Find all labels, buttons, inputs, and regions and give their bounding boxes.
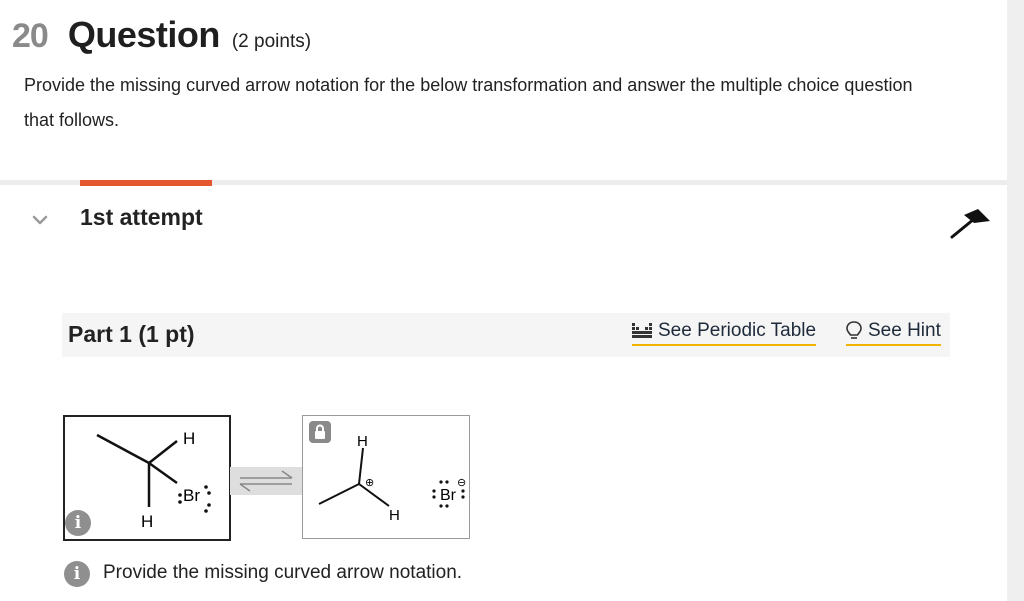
question-header: 20 Question (2 points) (12, 14, 311, 58)
question-prompt: Provide the missing curved arrow notatio… (24, 75, 913, 130)
part-header-bar (62, 313, 950, 357)
equilibrium-arrow (230, 467, 303, 495)
question-points: (2 points) (231, 31, 312, 52)
atom-h-top: H (357, 433, 368, 450)
lightbulb-icon (846, 321, 862, 339)
question-number: 20 (12, 17, 49, 55)
right-gutter (1007, 0, 1024, 601)
hint-label: See Hint (868, 320, 941, 341)
charge-plus: ⊕ (365, 477, 374, 489)
info-icon[interactable]: i (65, 510, 91, 536)
see-hint-link[interactable]: See Hint (846, 320, 941, 346)
info-icon: i (64, 561, 90, 587)
attempt-tab-indicator (80, 180, 212, 186)
atom-h-top: H (183, 429, 195, 448)
see-periodic-table-link[interactable]: See Periodic Table (632, 320, 817, 346)
attempt-label[interactable]: 1st attempt (80, 204, 203, 231)
atom-h-bottom: H (141, 512, 153, 531)
chevron-down-icon[interactable] (32, 214, 48, 226)
atom-br-ion: Br (440, 487, 457, 504)
periodic-table-icon (632, 323, 652, 338)
atom-br: Br (183, 486, 200, 505)
charge-minus: ⊖ (457, 477, 466, 489)
lock-icon (309, 421, 331, 443)
part-title: Part 1 (1 pt) (68, 321, 195, 347)
equilibrium-arrow-icon (239, 470, 293, 492)
atom-h-right: H (389, 507, 400, 524)
instruction-text: Provide the missing curved arrow notatio… (103, 562, 463, 583)
flag-icon[interactable] (948, 205, 994, 241)
question-title: Question (67, 14, 221, 55)
periodic-table-label: See Periodic Table (658, 320, 817, 341)
